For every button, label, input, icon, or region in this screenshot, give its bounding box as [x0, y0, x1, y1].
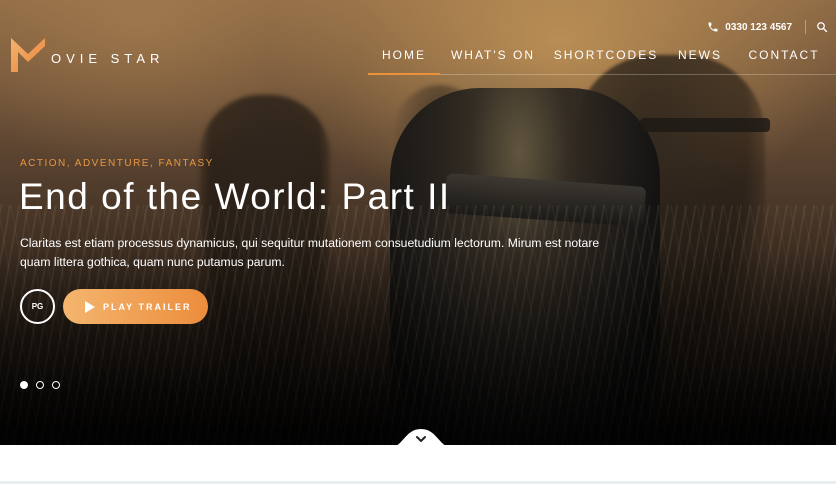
play-trailer-label: PLAY TRAILER — [103, 301, 192, 312]
contact-bar-divider — [805, 20, 806, 34]
chevron-down-icon — [391, 429, 451, 447]
slide-dot-1[interactable] — [20, 381, 28, 389]
logo-text: OVIE STAR — [51, 50, 165, 66]
movie-title: End of the World: Part II — [19, 176, 451, 217]
movie-genres: ACTION, ADVENTURE, FANTASY — [20, 158, 214, 169]
play-icon — [85, 300, 95, 313]
hero-banner: OVIE STAR 0330 123 4567 HOME WHAT'S ON S… — [0, 0, 836, 445]
hero-background-rifle-far — [640, 118, 770, 132]
phone-icon — [708, 22, 718, 32]
nav-item-whats-on[interactable]: WHAT'S ON — [440, 48, 546, 74]
movie-star-logo-icon — [11, 38, 45, 72]
movie-description: Claritas est etiam processus dynamicus, … — [20, 236, 600, 269]
rating-badge: PG — [20, 289, 55, 324]
hero-background-shade — [0, 245, 836, 445]
scroll-down-button[interactable] — [391, 427, 451, 447]
slide-dot-3[interactable] — [52, 381, 60, 389]
phone-number[interactable]: 0330 123 4567 — [725, 22, 792, 33]
main-navigation: HOME WHAT'S ON SHORTCODES NEWS CONTACT — [368, 48, 834, 75]
play-trailer-button[interactable]: PLAY TRAILER — [63, 289, 208, 324]
slide-dot-2[interactable] — [36, 381, 44, 389]
contact-bar: 0330 123 4567 — [707, 20, 828, 34]
site-logo[interactable]: OVIE STAR — [9, 36, 164, 74]
nav-item-shortcodes[interactable]: SHORTCODES — [546, 48, 666, 74]
nav-item-contact[interactable]: CONTACT — [734, 48, 834, 74]
nav-item-news[interactable]: NEWS — [666, 48, 734, 74]
nav-item-home[interactable]: HOME — [368, 48, 440, 75]
slider-pagination — [20, 381, 68, 389]
search-icon[interactable] — [816, 21, 828, 33]
